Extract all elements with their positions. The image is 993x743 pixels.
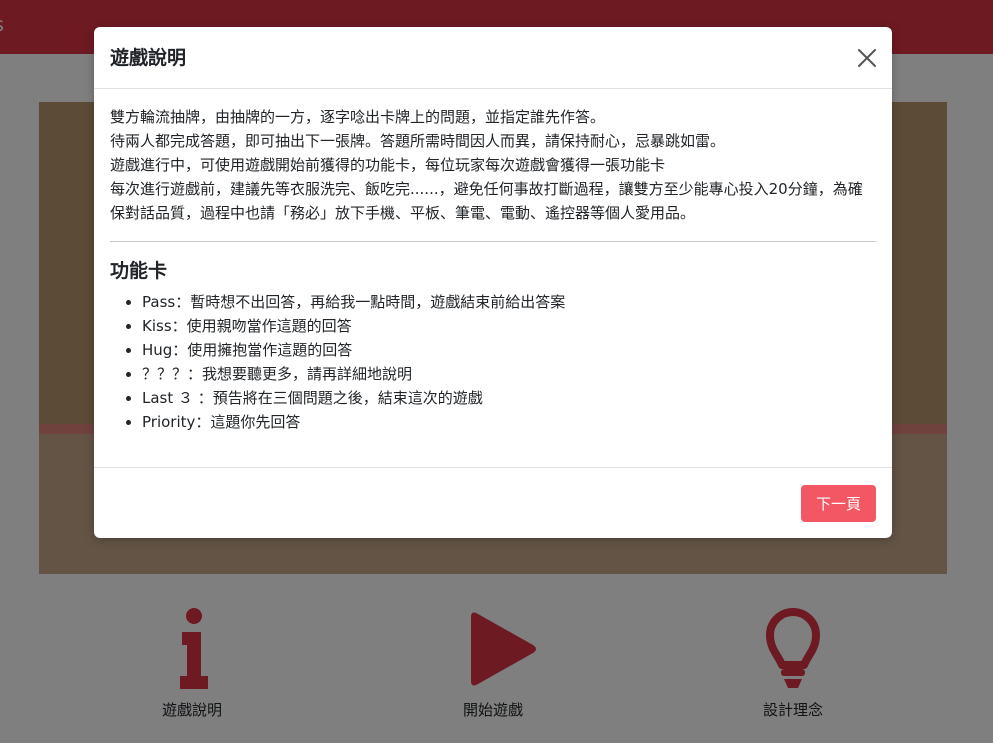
rule-paragraph: 每次進行遊戲前，建議先等衣服洗完、飯吃完......，避免任何事故打斷過程，讓雙… xyxy=(110,180,863,222)
list-item: Hug：使用擁抱當作這題的回答 xyxy=(142,338,876,362)
list-item: Kiss：使用親吻當作這題的回答 xyxy=(142,314,876,338)
close-button[interactable] xyxy=(854,45,880,71)
close-icon xyxy=(858,49,876,67)
instructions-modal: 遊戲說明 雙方輪流抽牌，由抽牌的一方，逐字唸出卡牌上的問題，並指定誰先作答。 待… xyxy=(94,27,892,538)
modal-header: 遊戲說明 xyxy=(94,27,892,89)
next-page-button[interactable]: 下一頁 xyxy=(801,485,876,522)
list-item: Pass：暫時想不出回答，再給我一點時間，遊戲結束前給出答案 xyxy=(142,290,876,314)
rule-paragraph: 雙方輪流抽牌，由抽牌的一方，逐字唸出卡牌上的問題，並指定誰先作答。 xyxy=(110,108,606,126)
section-divider xyxy=(110,241,876,242)
rule-paragraph: 待兩人都完成答題，即可抽出下一張牌。答題所需時間因人而異，請保持耐心，忌暴跳如雷… xyxy=(110,132,726,150)
list-item: Priority：這題你先回答 xyxy=(142,410,876,434)
modal-footer: 下一頁 xyxy=(94,467,892,538)
modal-title: 遊戲說明 xyxy=(110,47,187,69)
section-title-function-cards: 功能卡 xyxy=(110,260,168,282)
modal-body: 雙方輪流抽牌，由抽牌的一方，逐字唸出卡牌上的問題，並指定誰先作答。 待兩人都完成… xyxy=(110,105,876,434)
rules-text: 雙方輪流抽牌，由抽牌的一方，逐字唸出卡牌上的問題，並指定誰先作答。 待兩人都完成… xyxy=(110,105,876,225)
list-item: Last ３ ：預告將在三個問題之後，結束這次的遊戲 xyxy=(142,386,876,410)
function-card-list: Pass：暫時想不出回答，再給我一點時間，遊戲結束前給出答案 Kiss：使用親吻… xyxy=(110,290,876,434)
rule-paragraph: 遊戲進行中，可使用遊戲開始前獲得的功能卡，每位玩家每次遊戲會獲得一張功能卡 xyxy=(110,156,666,174)
list-item: ？？？：我想要聽更多，請再詳細地說明 xyxy=(142,362,876,386)
